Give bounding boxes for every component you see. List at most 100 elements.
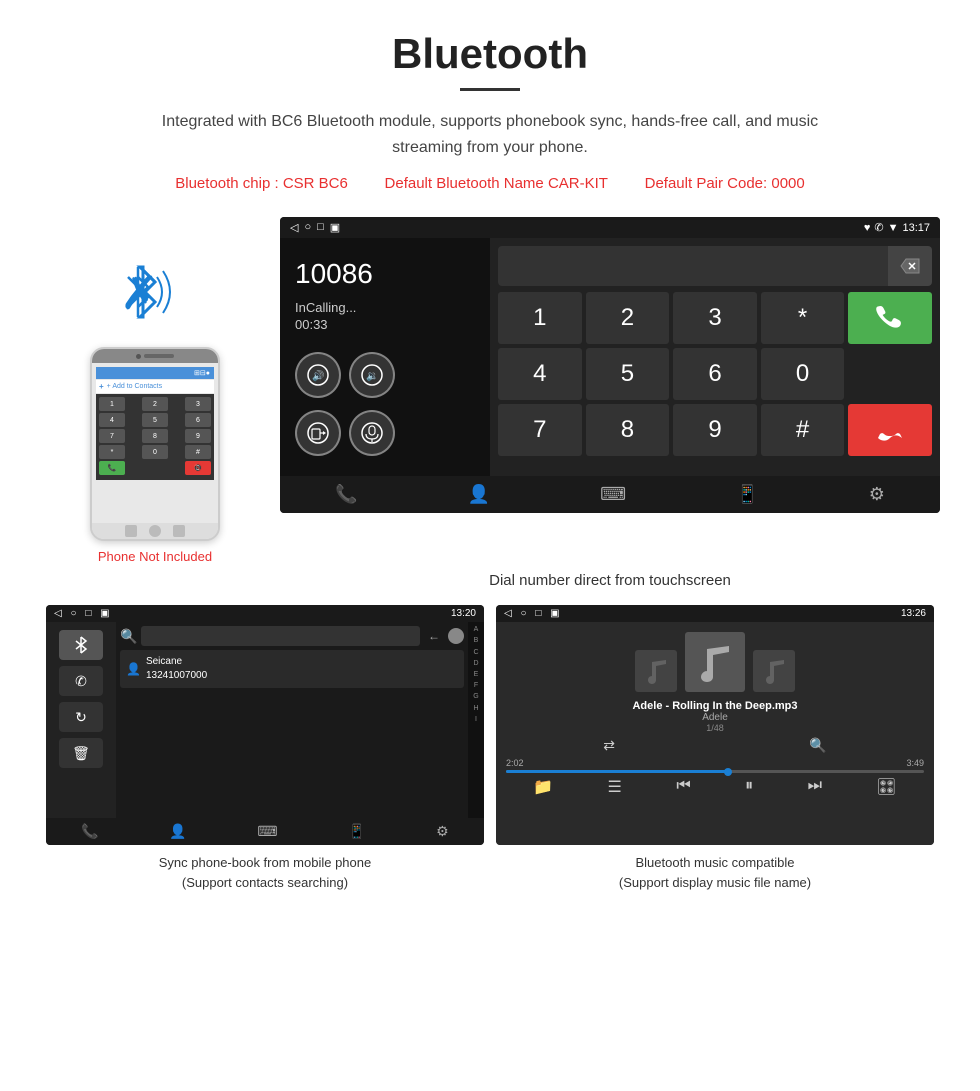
progress-dot: [724, 768, 732, 776]
key-8[interactable]: 8: [586, 404, 670, 456]
transfer-btn[interactable]: [295, 410, 341, 456]
wifi-icon: ▼: [888, 222, 899, 234]
pb-back-icon[interactable]: ←: [428, 629, 440, 643]
eq-icon[interactable]: 🎛: [876, 777, 896, 797]
key-star[interactable]: *: [761, 292, 845, 344]
music-note-icon-main: [697, 641, 733, 683]
playlist-icon[interactable]: ☰: [608, 777, 622, 797]
nav-transfer-icon[interactable]: 📱: [736, 484, 758, 505]
next-btn[interactable]: ⏭: [808, 777, 822, 797]
pb-nav-contacts[interactable]: 👤: [169, 823, 186, 840]
ctrl-btn-row2: [295, 410, 475, 456]
music-caption-line1: Bluetooth music compatible: [636, 855, 795, 870]
key-hash[interactable]: #: [761, 404, 845, 456]
phone-key-call[interactable]: 📞: [99, 461, 125, 475]
phone-key-3[interactable]: 3: [185, 397, 211, 411]
key-2[interactable]: 2: [586, 292, 670, 344]
pb-bluetooth-btn[interactable]: [59, 630, 103, 660]
key-4[interactable]: 4: [498, 348, 582, 400]
pb-bottom-bar: 📞 👤 ⌨ 📱 ⚙: [46, 818, 484, 845]
nav-back: ◁: [290, 221, 298, 234]
contact-name: Seicane: [146, 655, 207, 669]
prev-btn[interactable]: ⏮: [676, 777, 690, 797]
svg-text:🔊: 🔊: [312, 369, 324, 382]
status-left: ◁ ○ □ ▣: [290, 221, 340, 234]
phone-speaker: [144, 354, 174, 358]
pb-nav-keypad[interactable]: ⌨: [257, 823, 277, 840]
delete-btn[interactable]: [888, 246, 932, 286]
pb-call-btn[interactable]: ✆: [59, 666, 103, 696]
key-1[interactable]: 1: [498, 292, 582, 344]
pb-contact-item[interactable]: 👤 Seicane 13241007000: [120, 650, 464, 688]
phone-key-6[interactable]: 6: [185, 413, 211, 427]
nav-calls-icon[interactable]: 📞: [335, 484, 357, 505]
pb-search-icon[interactable]: 🔍: [120, 628, 137, 645]
phone-top-bar: [92, 349, 218, 363]
music-search-btn[interactable]: 🔍: [809, 737, 826, 754]
album-art-right: [753, 650, 795, 692]
key-3[interactable]: 3: [673, 292, 757, 344]
pb-nav-transfer[interactable]: 📱: [348, 823, 365, 840]
pb-search-input[interactable]: [141, 626, 420, 646]
pb-nav-calls[interactable]: 📞: [81, 823, 98, 840]
phone-key-end[interactable]: 📵: [185, 461, 211, 475]
music-track: Adele - Rolling In the Deep.mp3: [632, 700, 797, 712]
shuffle-btn[interactable]: ⇄: [603, 737, 615, 754]
pb-nav-settings[interactable]: ⚙: [436, 823, 449, 840]
phone-key-1[interactable]: 1: [99, 397, 125, 411]
folder-icon[interactable]: 📁: [533, 777, 553, 797]
end-call-button[interactable]: [848, 404, 932, 456]
phone-key-star[interactable]: *: [99, 445, 125, 459]
key-0[interactable]: 0: [761, 348, 845, 400]
spec-code: Default Pair Code: 0000: [645, 175, 805, 192]
phone-key-8[interactable]: 8: [142, 429, 168, 443]
phone-key-2[interactable]: 2: [142, 397, 168, 411]
nav-contacts-icon[interactable]: 👤: [468, 484, 490, 505]
key-5[interactable]: 5: [586, 348, 670, 400]
music-controls-row: ⇄ 🔍: [506, 737, 924, 754]
time-total: 3:49: [906, 758, 924, 768]
music-caption-line2: (Support display music file name): [619, 875, 811, 890]
phonebook-caption-line2: (Support contacts searching): [182, 875, 348, 890]
volume-up-btn[interactable]: 🔊: [295, 352, 341, 398]
phone-keypad-row-3: 7 8 9: [99, 429, 211, 443]
phone-side: ✗: [40, 217, 270, 564]
phone-key-5[interactable]: 5: [142, 413, 168, 427]
android-bottom-bar: 📞 👤 ⌨ 📱 ⚙: [280, 476, 940, 513]
nav-4: ▣: [330, 221, 340, 234]
phone-home-btn[interactable]: [149, 525, 161, 537]
keypad-right: 1 2 3 * 4 5 6 0 7 8: [490, 238, 940, 476]
call-button[interactable]: [848, 292, 932, 344]
key-7[interactable]: 7: [498, 404, 582, 456]
call-icon: [875, 303, 905, 333]
phone-key-hash[interactable]: #: [185, 445, 211, 459]
key-9[interactable]: 9: [673, 404, 757, 456]
nav-recent: □: [317, 221, 324, 234]
nav-settings-icon[interactable]: ⚙: [869, 484, 885, 505]
nav-keypad-icon[interactable]: ⌨: [600, 484, 626, 505]
phone-back-btn[interactable]: [125, 525, 137, 537]
key-6[interactable]: 6: [673, 348, 757, 400]
volume-down-btn[interactable]: 🔉: [349, 352, 395, 398]
svg-text:✗: ✗: [120, 267, 159, 319]
phone-key-7[interactable]: 7: [99, 429, 125, 443]
phonebook-screen: ◁ ○ □ ▣ 13:20: [46, 605, 484, 845]
dialer-caption: Dial number direct from touchscreen: [0, 564, 980, 605]
mic-btn[interactable]: [349, 410, 395, 456]
phone-key-4[interactable]: 4: [99, 413, 125, 427]
end-call-icon: [876, 416, 904, 444]
status-right: ♥ ✆ ▼ 13:17: [864, 221, 930, 234]
dialer-timer: 00:33: [295, 317, 475, 332]
phone-key-9[interactable]: 9: [185, 429, 211, 443]
progress-bar-bg[interactable]: [506, 770, 924, 773]
pb-delete-btn[interactable]: 🗑: [59, 738, 103, 768]
phone-key-0[interactable]: 0: [142, 445, 168, 459]
pb-sync-btn[interactable]: ↻: [59, 702, 103, 732]
pb-screen: ◁ ○ □ ▣ 13:20: [46, 605, 484, 845]
bluetooth-icon-area: ✗: [115, 257, 195, 337]
phone-screen-top: ⊞⊟●: [96, 367, 214, 379]
phone-menu-btn[interactable]: [173, 525, 185, 537]
delete-icon: [900, 258, 920, 274]
music-nav-left: ◁ ○ □ ▣: [504, 608, 560, 619]
play-pause-btn[interactable]: ⏸: [745, 777, 753, 797]
